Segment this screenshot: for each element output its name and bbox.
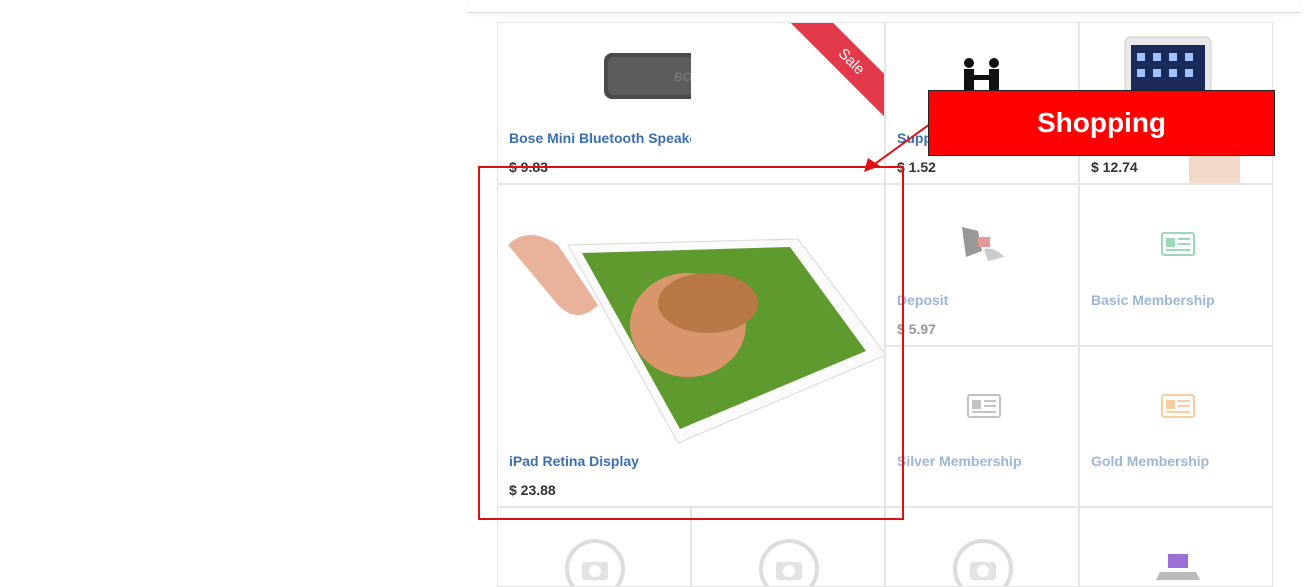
- highlight-box: [478, 166, 904, 520]
- shopping-callout: Shopping: [928, 90, 1275, 156]
